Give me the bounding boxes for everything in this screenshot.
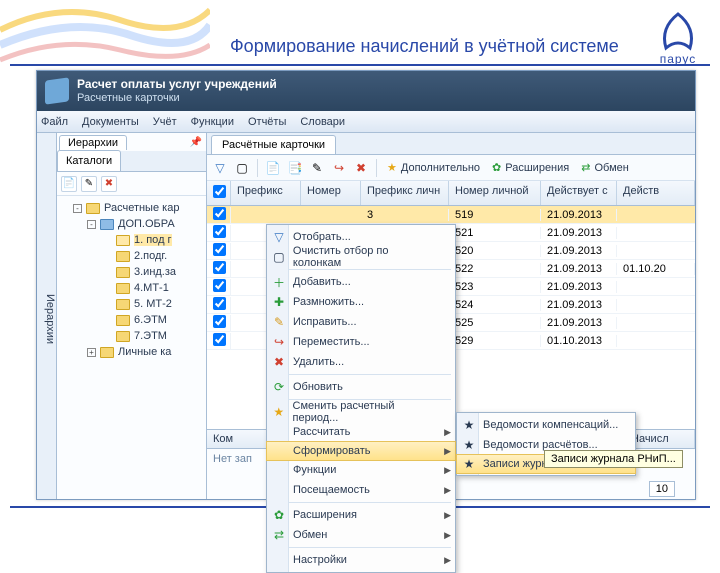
tree-item[interactable]: -Расчетные кар [57,200,206,216]
divider [10,64,710,66]
more-button[interactable]: ★Дополнительно [383,161,484,174]
menu-item[interactable]: Рассчитать▶ [267,422,455,442]
exch-button[interactable]: ⇄Обмен [577,161,633,174]
new-doc-icon[interactable]: 📄 [61,176,77,192]
col-to[interactable]: Действ [617,181,695,205]
menu-item[interactable]: ↪Переместить... [267,332,455,352]
window-title: Расчет оплаты услуг учреждений [77,77,277,91]
copy-icon[interactable]: 📑 [286,159,304,177]
page-title: Формирование начислений в учётной систем… [230,36,619,57]
app-icon [45,77,69,104]
tab-cards[interactable]: Расчётные карточки [211,135,336,154]
row-checkbox[interactable] [213,315,226,328]
menu-dicts[interactable]: Словари [300,116,345,128]
move-icon[interactable]: ↪ [330,159,348,177]
menu-item[interactable]: Настройки▶ [267,550,455,570]
menu-item[interactable]: ▢Очистить отбор по колонкам [267,247,455,267]
tooltip: Записи журнала РНиП... [544,450,683,468]
pager: 10 [649,481,675,497]
edit-icon[interactable]: ✎ [81,176,97,192]
main-toolbar: ▽ ▢ 📄 📑 ✎ ↪ ✖ ★Дополнительно ✿Расширения… [207,155,695,181]
menu-item[interactable]: Функции▶ [267,460,455,480]
menu-item[interactable]: ✚Размножить... [267,292,455,312]
delete-icon[interactable]: ✖ [101,176,117,192]
new-icon[interactable]: 📄 [264,159,282,177]
bcol-1: Ком [207,430,267,448]
row-checkbox[interactable] [213,225,226,238]
row-checkbox[interactable] [213,333,226,346]
menu-documents[interactable]: Документы [82,116,139,128]
tree-item[interactable]: 3.инд.за [57,264,206,280]
row-checkbox[interactable] [213,207,226,220]
menu-functions[interactable]: Функции [191,116,234,128]
col-prefix[interactable]: Префикс [231,181,301,205]
delete-icon[interactable]: ✖ [352,159,370,177]
menu-item[interactable]: ✿Расширения▶ [267,505,455,525]
menu-item[interactable]: ★Ведомости компенсаций... [457,415,635,435]
left-toolbar: 📄 ✎ ✖ [57,172,206,196]
tree-item[interactable]: 6.ЭТМ [57,312,206,328]
table-row[interactable]: 351921.09.2013 [207,206,695,224]
menu-item[interactable]: ★Сменить расчетный период... [267,402,455,422]
col-number[interactable]: Номер [301,181,361,205]
ext-button[interactable]: ✿Расширения [488,161,573,174]
row-checkbox[interactable] [213,261,226,274]
tree-item[interactable]: 7.ЭТМ [57,328,206,344]
menu-item[interactable]: ✖Удалить... [267,352,455,372]
col-pnumber[interactable]: Номер личной [449,181,541,205]
tree-item[interactable]: 5. МТ-2 [57,296,206,312]
menu-reports[interactable]: Отчёты [248,116,286,128]
menubar: Файл Документы Учёт Функции Отчёты Слова… [37,111,695,133]
menu-item[interactable]: ⟳Обновить [267,377,455,397]
menu-item[interactable]: Сформировать▶ [266,441,456,461]
menu-file[interactable]: Файл [41,116,68,128]
catalog-tree: -Расчетные кар-ДОП.ОБРА1. под г2.подг.3.… [57,196,206,364]
tree-item[interactable]: 2.подг. [57,248,206,264]
window-subtitle: Расчетные карточки [77,92,277,105]
row-checkbox[interactable] [213,297,226,310]
edit-icon[interactable]: ✎ [308,159,326,177]
page-size[interactable]: 10 [649,481,675,497]
menu-item[interactable]: ＋Добавить... [267,272,455,292]
menu-account[interactable]: Учёт [153,116,177,128]
grid-header: Префикс Номер Префикс личн Номер личной … [207,181,695,206]
context-menu: ▽Отобрать...▢Очистить отбор по колонкам ＋… [266,224,456,573]
brand-logo: парус [656,8,700,66]
tab-catalogs[interactable]: Каталоги [57,150,121,171]
side-tab[interactable]: Иерархии [37,133,57,499]
titlebar: Расчет оплаты услуг учреждений Расчетные… [37,71,695,111]
row-checkbox[interactable] [213,279,226,292]
tree-item[interactable]: 1. под г [57,232,206,248]
col-pprefix[interactable]: Префикс личн [361,181,449,205]
select-all-checkbox[interactable] [213,185,226,198]
clear-filter-icon[interactable]: ▢ [233,159,251,177]
pin-icon[interactable]: 📌 [190,137,202,148]
tree-item[interactable]: 4.МТ-1 [57,280,206,296]
menu-item[interactable]: ✎Исправить... [267,312,455,332]
tree-item[interactable]: -ДОП.ОБРА [57,216,206,232]
menu-item[interactable]: Посещаемость▶ [267,480,455,500]
col-from[interactable]: Действует с [541,181,617,205]
row-checkbox[interactable] [213,243,226,256]
filter-icon[interactable]: ▽ [211,159,229,177]
tree-item[interactable]: +Личные ка [57,344,206,360]
left-section-title: Иерархии [59,135,127,150]
menu-item[interactable]: ▽Отобрать... [267,227,455,247]
left-panel: Иерархии 📌 Каталоги 📄 ✎ ✖ -Расчетные кар… [57,133,207,499]
menu-item[interactable]: ⇄Обмен▶ [267,525,455,545]
